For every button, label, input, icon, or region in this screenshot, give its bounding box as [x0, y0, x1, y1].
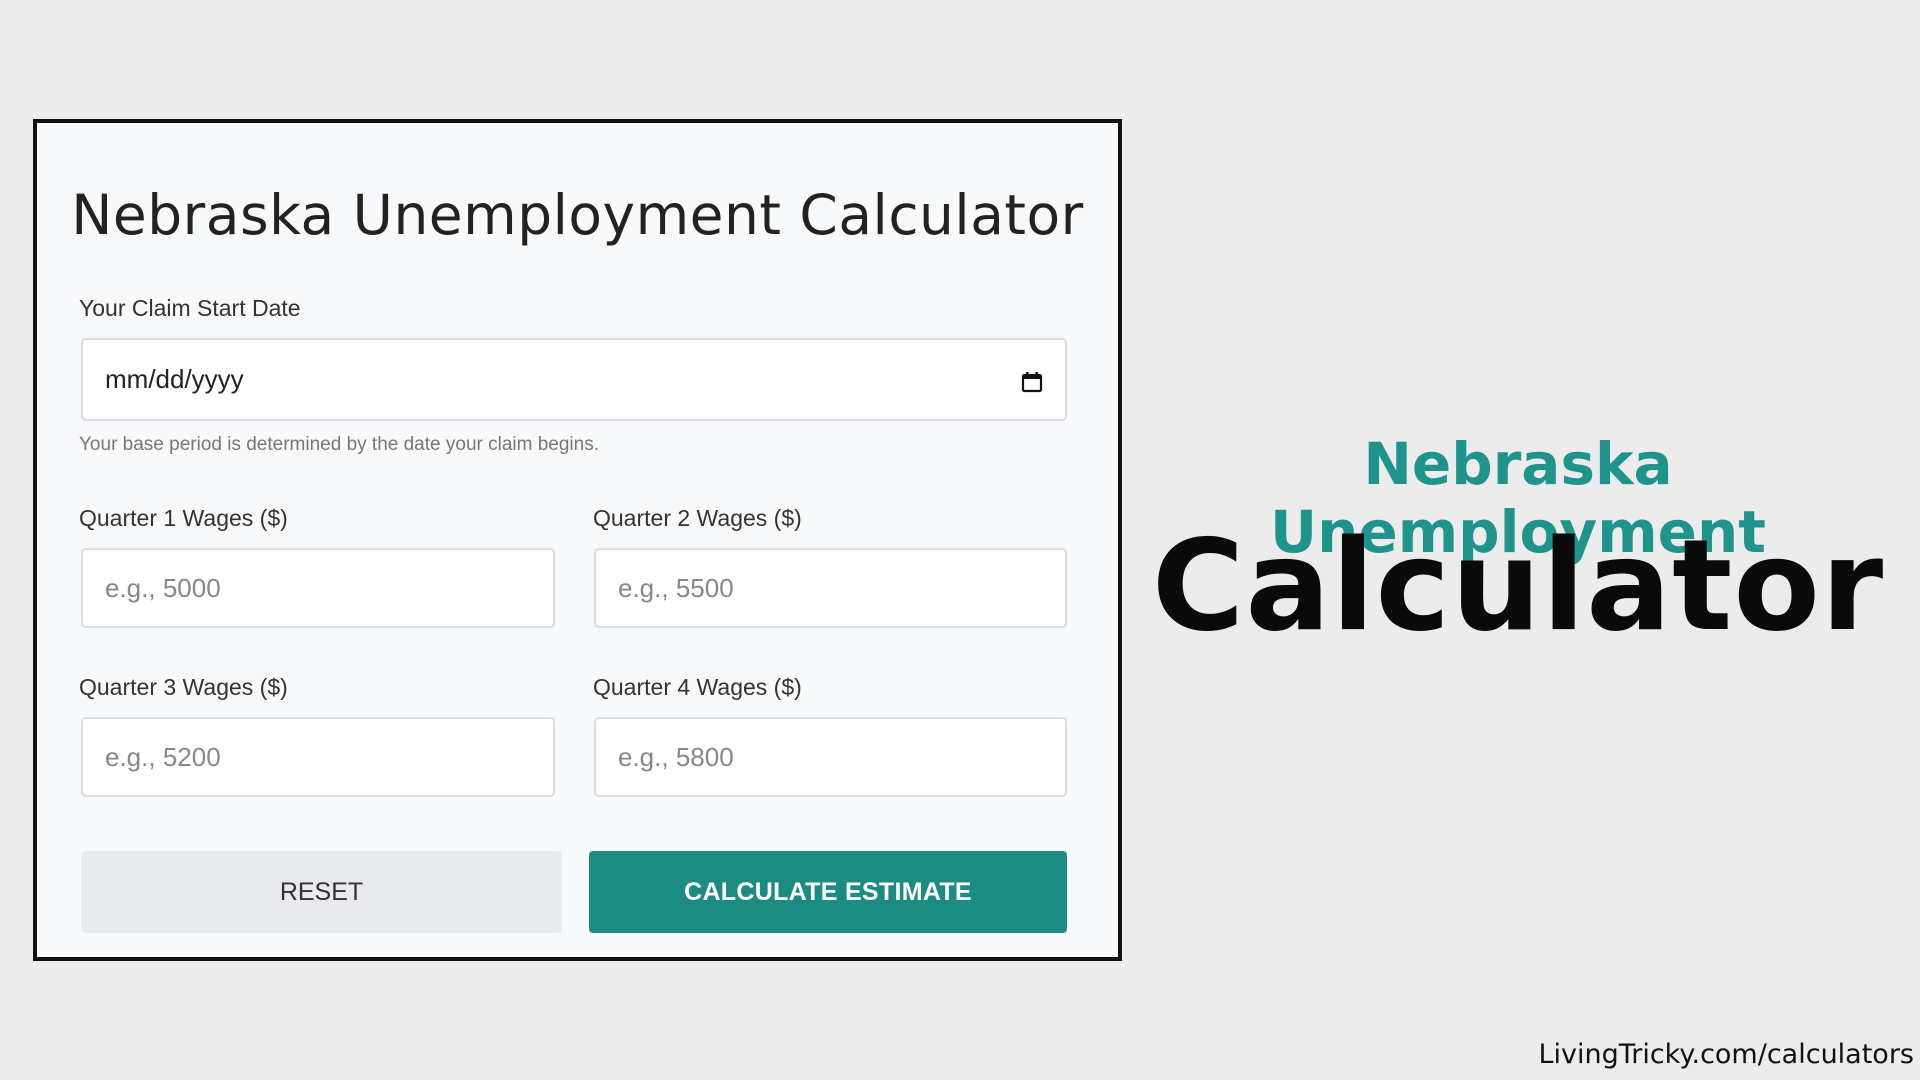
quarter-1-input[interactable]	[105, 572, 531, 604]
quarter-3-field[interactable]	[81, 717, 555, 797]
quarter-2-label: Quarter 2 Wages ($)	[593, 505, 802, 531]
claim-date-input[interactable]	[105, 364, 1021, 395]
footer-url: LivingTricky.com/calculators	[1538, 1039, 1914, 1070]
calculator-title: Nebraska Unemployment Calculator	[71, 183, 1084, 247]
calendar-icon[interactable]	[1021, 369, 1043, 392]
quarter-2-field[interactable]	[594, 548, 1067, 628]
reset-button[interactable]: RESET	[81, 851, 562, 933]
calculate-estimate-button[interactable]: CALCULATE ESTIMATE	[589, 851, 1067, 933]
quarter-4-label: Quarter 4 Wages ($)	[593, 674, 802, 700]
quarter-4-field[interactable]	[594, 717, 1067, 797]
hero-heading-line-2: Calculator	[1151, 512, 1885, 659]
quarter-2-input[interactable]	[618, 572, 1043, 604]
quarter-1-label: Quarter 1 Wages ($)	[79, 505, 288, 531]
quarter-3-input[interactable]	[105, 741, 531, 773]
quarter-3-label: Quarter 3 Wages ($)	[79, 674, 288, 700]
claim-date-helper: Your base period is determined by the da…	[79, 434, 599, 455]
claim-date-label: Your Claim Start Date	[79, 295, 301, 321]
claim-date-field[interactable]	[81, 338, 1067, 421]
quarter-1-field[interactable]	[81, 548, 555, 628]
calculator-card: Nebraska Unemployment Calculator Your Cl…	[33, 119, 1122, 961]
page: Nebraska Unemployment Calculator Your Cl…	[0, 0, 1920, 1080]
quarter-4-input[interactable]	[618, 741, 1043, 773]
